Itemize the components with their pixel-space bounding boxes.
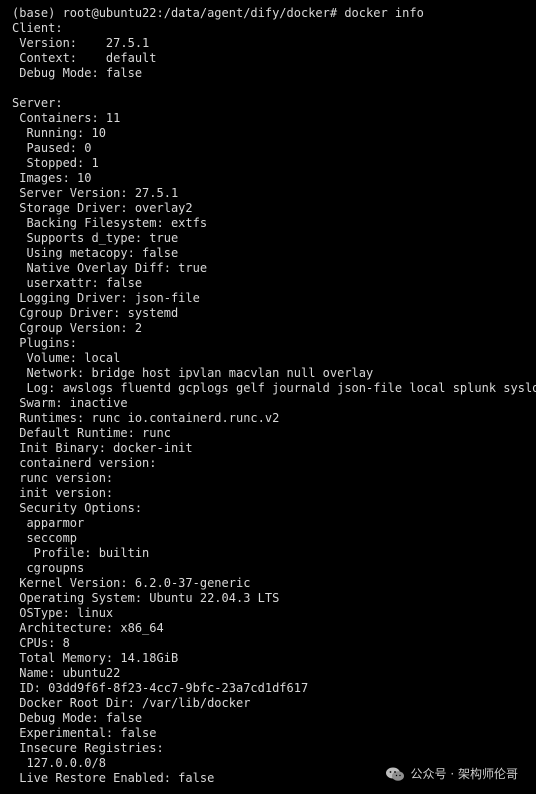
- terminal-line: runc version:: [12, 471, 114, 485]
- terminal-line: Runtimes: runc io.containerd.runc.v2: [12, 411, 280, 425]
- terminal-line: Operating System: Ubuntu 22.04.3 LTS: [12, 591, 280, 605]
- terminal-line: Native Overlay Diff: true: [12, 261, 208, 275]
- terminal-line: Swarm: inactive: [12, 396, 128, 410]
- terminal-output: (base) root@ubuntu22:/data/agent/dify/do…: [12, 6, 536, 786]
- terminal-line: containerd version:: [12, 456, 157, 470]
- terminal-line: Server Version: 27.5.1: [12, 186, 179, 200]
- terminal-line: (base) root@ubuntu22:/data/agent/dify/do…: [12, 6, 424, 20]
- terminal-line: Logging Driver: json-file: [12, 291, 200, 305]
- terminal-line: Name: ubuntu22: [12, 666, 121, 680]
- terminal-line: Cgroup Driver: systemd: [12, 306, 179, 320]
- terminal-line: Docker Root Dir: /var/lib/docker: [12, 696, 251, 710]
- terminal-line: Images: 10: [12, 171, 92, 185]
- terminal-line: Using metacopy: false: [12, 246, 179, 260]
- terminal-line: Backing Filesystem: extfs: [12, 216, 208, 230]
- terminal-line: seccomp: [12, 531, 78, 545]
- watermark-text: 公众号 · 架构师伦哥: [410, 767, 518, 781]
- terminal-line: apparmor: [12, 516, 85, 530]
- terminal-line: Volume: local: [12, 351, 121, 365]
- terminal-line: Containers: 11: [12, 111, 121, 125]
- terminal-line: Running: 10: [12, 126, 106, 140]
- terminal-line: Plugins:: [12, 336, 78, 350]
- terminal-window[interactable]: (base) root@ubuntu22:/data/agent/dify/do…: [0, 0, 536, 794]
- terminal-line: Context: default: [12, 51, 157, 65]
- terminal-line: Version: 27.5.1: [12, 36, 150, 50]
- terminal-line: Storage Driver: overlay2: [12, 201, 193, 215]
- terminal-line: Network: bridge host ipvlan macvlan null…: [12, 366, 374, 380]
- terminal-line: ID: 03dd9f6f-8f23-4cc7-9bfc-23a7cd1df617: [12, 681, 309, 695]
- terminal-line: Debug Mode: false: [12, 711, 143, 725]
- terminal-line: Security Options:: [12, 501, 143, 515]
- terminal-line: Experimental: false: [12, 726, 157, 740]
- terminal-line: CPUs: 8: [12, 636, 70, 650]
- terminal-line: Cgroup Version: 2: [12, 321, 143, 335]
- terminal-line: Stopped: 1: [12, 156, 99, 170]
- terminal-line: Paused: 0: [12, 141, 92, 155]
- terminal-line: Supports d_type: true: [12, 231, 179, 245]
- terminal-line: Total Memory: 14.18GiB: [12, 651, 179, 665]
- wechat-icon: [385, 767, 404, 781]
- terminal-line: Client:: [12, 21, 63, 35]
- terminal-line: Insecure Registries:: [12, 741, 164, 755]
- terminal-line: Init Binary: docker-init: [12, 441, 193, 455]
- terminal-line: Default Runtime: runc: [12, 426, 171, 440]
- terminal-line: Kernel Version: 6.2.0-37-generic: [12, 576, 251, 590]
- terminal-line: Debug Mode: false: [12, 66, 143, 80]
- terminal-line: init version:: [12, 486, 114, 500]
- terminal-line: Profile: builtin: [12, 546, 150, 560]
- terminal-line: userxattr: false: [12, 276, 143, 290]
- terminal-line: Server:: [12, 96, 63, 110]
- terminal-line: OSType: linux: [12, 606, 114, 620]
- terminal-line: Architecture: x86_64: [12, 621, 164, 635]
- terminal-line: cgroupns: [12, 561, 85, 575]
- terminal-line: Log: awslogs fluentd gcplogs gelf journa…: [12, 381, 536, 395]
- watermark: 公众号 · 架构师伦哥: [385, 765, 518, 782]
